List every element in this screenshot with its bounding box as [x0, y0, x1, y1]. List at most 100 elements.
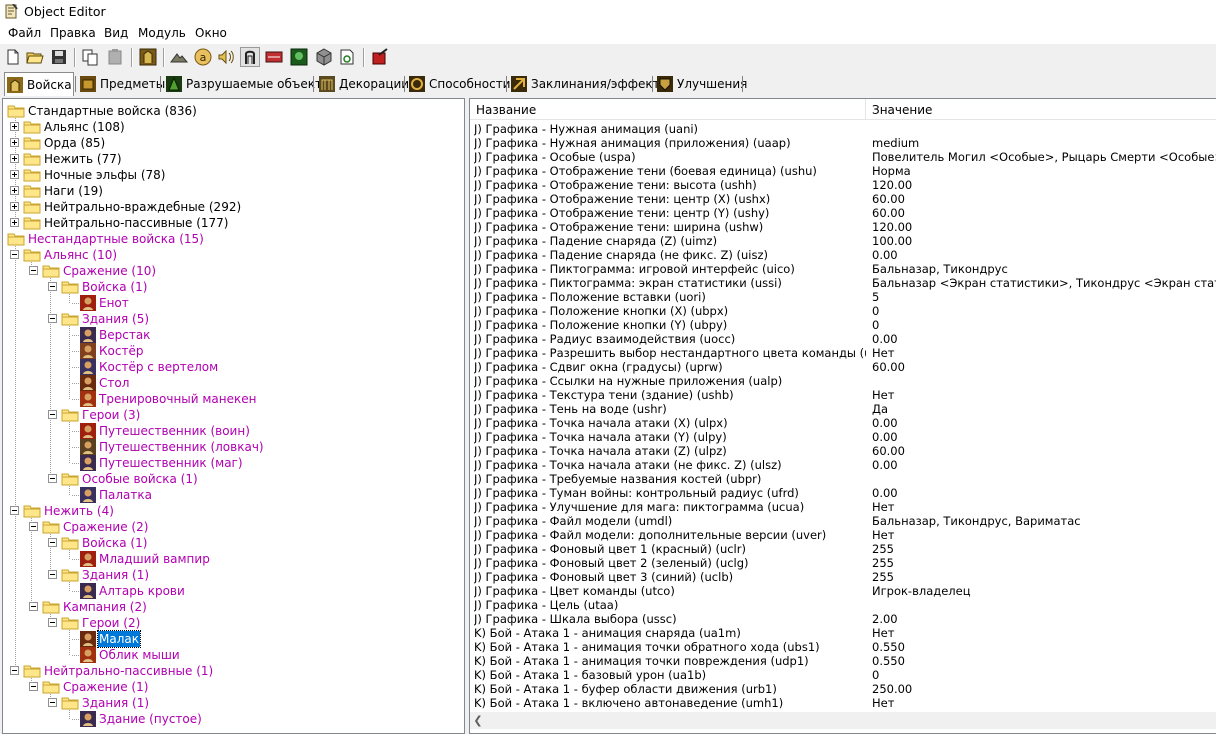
save-button[interactable] — [49, 47, 69, 67]
copy-button[interactable] — [80, 47, 100, 67]
export-button[interactable] — [264, 47, 284, 67]
property-row[interactable]: J) Графика - Пиктограмма: экран статисти… — [470, 276, 1216, 290]
tree-folder[interactable]: Войска (1) — [3, 279, 463, 295]
tree-unit[interactable]: Облик мыши — [3, 647, 463, 663]
property-row[interactable]: J) Графика - Радиус взаимодействия (uocc… — [470, 332, 1216, 346]
tree-folder[interactable]: Герои (3) — [3, 407, 463, 423]
import-button[interactable] — [240, 47, 260, 67]
property-row[interactable]: J) Графика - Шкала выбора (ussc) 2.00 — [470, 612, 1216, 626]
open-button[interactable] — [25, 47, 45, 67]
property-row[interactable]: J) Графика - Точка начала атаки (Y) (ulp… — [470, 430, 1216, 444]
collapse-icon[interactable] — [10, 506, 19, 515]
tree-folder[interactable]: Орда (85) — [3, 135, 463, 151]
property-row[interactable]: J) Графика - Текстура тени (здание) (ush… — [470, 388, 1216, 402]
property-row[interactable]: K) Бой - Атака 1 - буфер области движени… — [470, 682, 1216, 696]
model-button[interactable] — [289, 47, 309, 67]
tree-folder[interactable]: Герои (2) — [3, 615, 463, 631]
new-button[interactable] — [3, 47, 23, 67]
tree-unit[interactable]: Здание (пустое) — [3, 711, 463, 727]
tree-folder[interactable]: Кампания (2) — [3, 599, 463, 615]
collapse-icon[interactable] — [29, 522, 38, 531]
property-row[interactable]: J) Графика - Ссылки на нужные приложения… — [470, 374, 1216, 388]
tab-abilities[interactable]: Способности — [407, 73, 510, 94]
property-row[interactable]: J) Графика - Положение кнопки (X) (ubpx)… — [470, 304, 1216, 318]
property-row[interactable]: J) Графика - Особые (uspa) Повелитель Мог… — [470, 150, 1216, 164]
expand-icon[interactable] — [10, 138, 19, 147]
collapse-icon[interactable] — [48, 538, 57, 547]
property-row[interactable]: J) Графика - Файл модели: дополнительные… — [470, 528, 1216, 542]
paste-button[interactable] — [105, 47, 125, 67]
collapse-icon[interactable] — [29, 682, 38, 691]
property-row[interactable]: J) Графика - Отображение тени: высота (u… — [470, 178, 1216, 192]
tree-unit[interactable]: Палатка — [3, 487, 463, 503]
tree-unit[interactable]: Костёр — [3, 343, 463, 359]
tree-unit[interactable]: Алтарь крови — [3, 583, 463, 599]
tree-unit[interactable]: Енот — [3, 295, 463, 311]
property-row[interactable]: K) Бой - Атака 1 - базовый урон (ua1b) 0 — [470, 668, 1216, 682]
unit-editor-button[interactable] — [138, 47, 158, 67]
cube-button[interactable] — [314, 47, 334, 67]
collapse-icon[interactable] — [48, 474, 57, 483]
expand-icon[interactable] — [10, 122, 19, 131]
tab-upgrades[interactable]: Улучшения — [655, 73, 747, 94]
collapse-icon[interactable] — [48, 618, 57, 627]
property-row[interactable]: J) Графика - Падение снаряда (Z) (uimz) 1… — [470, 234, 1216, 248]
collapse-icon[interactable] — [48, 314, 57, 323]
property-row[interactable]: J) Графика - Фоновый цвет 2 (зеленый) (u… — [470, 556, 1216, 570]
tree-unit[interactable]: Стол — [3, 375, 463, 391]
horizontal-scrollbar[interactable]: ❮ — [470, 712, 1216, 729]
tree-unit[interactable]: Младший вампир — [3, 551, 463, 567]
property-row[interactable]: J) Графика - Положение кнопки (Y) (ubpy)… — [470, 318, 1216, 332]
property-row[interactable]: K) Бой - Атака 1 - анимация точки обратн… — [470, 640, 1216, 654]
tree-unit[interactable]: Путешественник (маг) — [3, 455, 463, 471]
settings-button[interactable] — [337, 47, 357, 67]
property-row[interactable]: J) Графика - Цель (utaa) — [470, 598, 1216, 612]
property-row[interactable]: J) Графика - Фоновый цвет 1 (красный) (u… — [470, 542, 1216, 556]
tree-unit[interactable]: Путешественник (воин) — [3, 423, 463, 439]
tree-folder[interactable]: Здания (1) — [3, 695, 463, 711]
property-row[interactable]: J) Графика - Точка начала атаки (X) (ulp… — [470, 416, 1216, 430]
property-row[interactable]: J) Графика - Пиктограмма: игровой интерф… — [470, 262, 1216, 276]
expand-icon[interactable] — [10, 170, 19, 179]
tree-folder[interactable]: Нейтрально-пассивные (1) — [3, 663, 463, 679]
property-row[interactable]: J) Графика - Фоновый цвет 3 (синий) (ucl… — [470, 570, 1216, 584]
menu-edit[interactable]: Правка — [50, 26, 96, 40]
tree-folder[interactable]: Альянс (10) — [3, 247, 463, 263]
property-row[interactable]: J) Графика - Положение вставки (uori) 5 — [470, 290, 1216, 304]
tree-unit[interactable]: Тренировочный манекен — [3, 391, 463, 407]
menu-view[interactable]: Вид — [104, 26, 128, 40]
tree-folder[interactable]: Нестандартные войска (15) — [3, 231, 463, 247]
property-row[interactable]: J) Графика - Цвет команды (utco) Игрок-вл… — [470, 584, 1216, 598]
tab-items[interactable]: Предметы — [78, 73, 165, 94]
tree-folder[interactable]: Альянс (108) — [3, 119, 463, 135]
collapse-icon[interactable] — [29, 602, 38, 611]
property-row[interactable]: J) Графика - Падение снаряда (не фикс. Z… — [470, 248, 1216, 262]
tree-folder[interactable]: Здания (1) — [3, 567, 463, 583]
collapse-icon[interactable] — [48, 410, 57, 419]
tab-buffs[interactable]: Заклинания/эффекты — [509, 73, 669, 94]
tree-folder[interactable]: Сражение (2) — [3, 519, 463, 535]
property-row[interactable]: J) Графика - Точка начала атаки (Z) (ulp… — [470, 444, 1216, 458]
property-row[interactable]: J) Графика - Отображение тени (боевая ед… — [470, 164, 1216, 178]
text-button[interactable]: a — [193, 47, 213, 67]
tree-unit[interactable]: Путешественник (ловкач) — [3, 439, 463, 455]
tree-folder[interactable]: Сражение (10) — [3, 263, 463, 279]
terrain-button[interactable] — [169, 47, 189, 67]
column-header-value[interactable]: Значение — [866, 99, 1216, 119]
tree-folder[interactable]: Сражение (1) — [3, 679, 463, 695]
tree-folder[interactable]: Ночные эльфы (78) — [3, 167, 463, 183]
property-row[interactable]: J) Графика - Нужная анимация (приложения… — [470, 136, 1216, 150]
property-row[interactable]: J) Графика - Отображение тени: центр (Y)… — [470, 206, 1216, 220]
test-map-button[interactable] — [370, 47, 390, 67]
expand-icon[interactable] — [10, 186, 19, 195]
collapse-icon[interactable] — [48, 698, 57, 707]
property-row[interactable]: J) Графика - Отображение тени: центр (X)… — [470, 192, 1216, 206]
property-row[interactable]: J) Графика - Улучшение для мага: пиктогр… — [470, 500, 1216, 514]
menu-window[interactable]: Окно — [195, 26, 227, 40]
property-row[interactable]: K) Бой - Атака 1 - анимация снаряда (ua1… — [470, 626, 1216, 640]
tree-folder[interactable]: Здания (5) — [3, 311, 463, 327]
collapse-icon[interactable] — [29, 266, 38, 275]
tree-folder[interactable]: Нежить (4) — [3, 503, 463, 519]
tree-unit[interactable]: Малак — [3, 630, 463, 648]
tree-unit[interactable]: Костёр с вертелом — [3, 359, 463, 375]
